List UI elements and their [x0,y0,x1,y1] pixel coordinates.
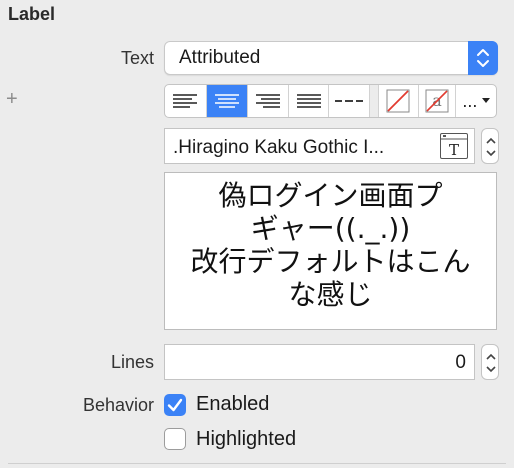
chevron-down-icon [482,98,491,103]
enabled-label: Enabled [196,393,270,415]
align-left-button[interactable] [165,85,207,117]
text-line-1: 偽ログイン画面プ [218,179,443,212]
text-content-area[interactable]: 偽ログイン画面プ ギャー((._.)) 改行デフォルトはこん な感じ [164,172,497,330]
section-title: Label [8,4,56,24]
text-line-3: 改行デフォルトはこん [190,245,471,278]
align-center-button[interactable] [206,85,249,117]
strike-color-icon[interactable] [379,85,419,117]
stepper-icon [486,353,496,373]
divider [8,463,506,464]
lines-stepper[interactable] [481,344,499,380]
plus-icon[interactable]: + [6,88,18,111]
lines-label: Lines [110,352,154,372]
lines-field[interactable]: 0 [164,344,475,380]
segment-gap [370,85,380,117]
text-line-4: な感じ [288,278,373,311]
align-right-button[interactable] [248,85,289,117]
text-type-popup[interactable]: Attributed [164,41,498,75]
align-natural-button[interactable] [329,85,371,117]
highlighted-checkbox[interactable] [164,428,186,450]
font-panel-icon[interactable]: T [440,133,468,159]
enabled-checkbox[interactable] [164,394,186,416]
text-line-2: ギャー((._.)) [250,212,411,245]
alignment-control: a ... [164,84,497,118]
highlighted-label: Highlighted [196,428,297,450]
text-type-value: Attributed [179,47,261,68]
popup-chevrons-icon [468,41,498,75]
font-field[interactable]: .Hiragino Kaku Gothic I... T [164,128,475,164]
font-value: .Hiragino Kaku Gothic I... [173,137,385,158]
behavior-label: Behavior [82,395,154,415]
font-size-stepper[interactable] [481,128,499,164]
more-options-button[interactable]: ... [456,85,496,117]
more-options-label: ... [462,90,478,111]
checkmark-icon [167,398,183,412]
lines-value: 0 [455,352,466,373]
text-label: Text [120,48,154,68]
text-color-icon[interactable]: a [419,85,457,117]
svg-text:T: T [449,141,459,158]
align-justified-button[interactable] [289,85,330,117]
stepper-icon [486,137,496,157]
